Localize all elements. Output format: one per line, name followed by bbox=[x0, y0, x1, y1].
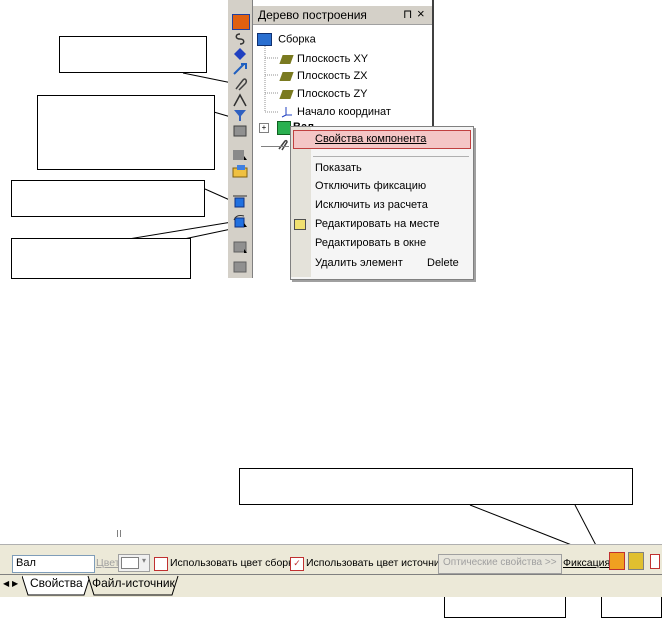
optical-properties-button[interactable]: Оптические свойства >> bbox=[438, 554, 562, 574]
properties-bar: Вал Цвет ▾ Использовать цвет сборки ✓ Ис… bbox=[0, 544, 662, 575]
paperclip-icon[interactable] bbox=[232, 77, 248, 91]
tab-source-file[interactable]: Файл-источник bbox=[92, 576, 175, 590]
component-icon bbox=[277, 121, 291, 135]
tree-root-label: Сборка bbox=[278, 33, 316, 46]
callout-box bbox=[59, 36, 207, 73]
tab-scroll-left-icon[interactable]: ◀ bbox=[3, 579, 9, 588]
tree-item-plane-xy[interactable]: Плоскость XY bbox=[279, 53, 368, 65]
fixation-label: Фиксация bbox=[563, 557, 611, 569]
component-name-input[interactable]: Вал bbox=[12, 555, 95, 573]
gray-button-icon[interactable] bbox=[232, 240, 248, 254]
edit-in-place-icon bbox=[294, 219, 306, 230]
use-assembly-color-label: Использовать цвет сборки bbox=[170, 557, 299, 569]
spiral-icon[interactable] bbox=[232, 32, 248, 46]
menu-item-component-properties[interactable]: Свойства компонента bbox=[315, 133, 426, 145]
assembly-icon bbox=[257, 33, 272, 46]
menu-item-show[interactable]: Показать bbox=[315, 162, 362, 174]
tree-item-plane-zx[interactable]: Плоскость ZX bbox=[279, 70, 368, 82]
color-swatch bbox=[121, 557, 139, 569]
vertical-toolbar bbox=[228, 0, 253, 278]
move-component-icon[interactable] bbox=[232, 194, 248, 208]
menu-item-edit-in-place[interactable]: Редактировать на месте bbox=[315, 218, 440, 230]
callout-box bbox=[11, 180, 205, 217]
filter-icon[interactable] bbox=[232, 108, 248, 122]
menu-item-delete-shortcut: Delete bbox=[427, 257, 459, 269]
tree-divider bbox=[261, 146, 289, 147]
axes-icon bbox=[281, 106, 293, 118]
use-source-color-checkbox[interactable]: ✓ bbox=[290, 557, 304, 571]
plane-icon bbox=[279, 89, 294, 99]
red-button-icon[interactable] bbox=[650, 554, 660, 569]
menu-item-unfix[interactable]: Отключить фиксацию bbox=[315, 180, 426, 192]
tree-item-plane-zy[interactable]: Плоскость ZY bbox=[279, 88, 368, 100]
tool-icon[interactable] bbox=[232, 62, 248, 76]
tree-expand-icon[interactable]: + bbox=[259, 123, 269, 133]
tree-item-origin[interactable]: Начало координат bbox=[281, 106, 391, 118]
menu-item-delete[interactable]: Удалить элемент bbox=[315, 257, 403, 269]
gray-button-icon[interactable] bbox=[232, 260, 248, 274]
menu-icon-column bbox=[291, 127, 311, 277]
use-source-color-label: Использовать цвет источника bbox=[306, 557, 451, 569]
diamond-icon[interactable] bbox=[232, 47, 248, 61]
plane-icon bbox=[279, 71, 294, 81]
plane-icon bbox=[279, 54, 294, 64]
color-label: Цвет bbox=[96, 557, 120, 569]
color-picker[interactable]: ▾ bbox=[118, 554, 150, 572]
resize-grip bbox=[117, 530, 121, 537]
fixation-off-icon[interactable] bbox=[628, 552, 644, 570]
tab-scroll-right-icon[interactable]: ▶ bbox=[12, 579, 18, 588]
tab-bar: ◀ ▶ Свойства Файл-источник bbox=[0, 574, 662, 597]
use-assembly-color-checkbox[interactable] bbox=[154, 557, 168, 571]
folder-icon[interactable] bbox=[232, 164, 248, 178]
arch-icon[interactable] bbox=[232, 93, 248, 107]
table-icon[interactable] bbox=[232, 124, 248, 138]
callout-box bbox=[11, 238, 191, 279]
fixation-on-icon[interactable] bbox=[609, 552, 625, 570]
tab-properties[interactable]: Свойства bbox=[30, 576, 83, 590]
insert-component-icon[interactable] bbox=[232, 147, 248, 161]
menu-item-exclude[interactable]: Исключить из расчета bbox=[315, 199, 428, 211]
tree-root[interactable]: Сборка bbox=[257, 33, 316, 46]
callout-box bbox=[239, 468, 633, 505]
new-component-icon[interactable] bbox=[232, 14, 250, 30]
menu-item-edit-in-window[interactable]: Редактировать в окне bbox=[315, 237, 426, 249]
chevron-down-icon: ▾ bbox=[142, 556, 147, 565]
context-menu: Свойства компонента Показать Отключить ф… bbox=[290, 126, 474, 280]
callout-box bbox=[37, 95, 215, 170]
menu-separator bbox=[313, 156, 469, 157]
rotate-component-icon[interactable] bbox=[232, 214, 248, 228]
